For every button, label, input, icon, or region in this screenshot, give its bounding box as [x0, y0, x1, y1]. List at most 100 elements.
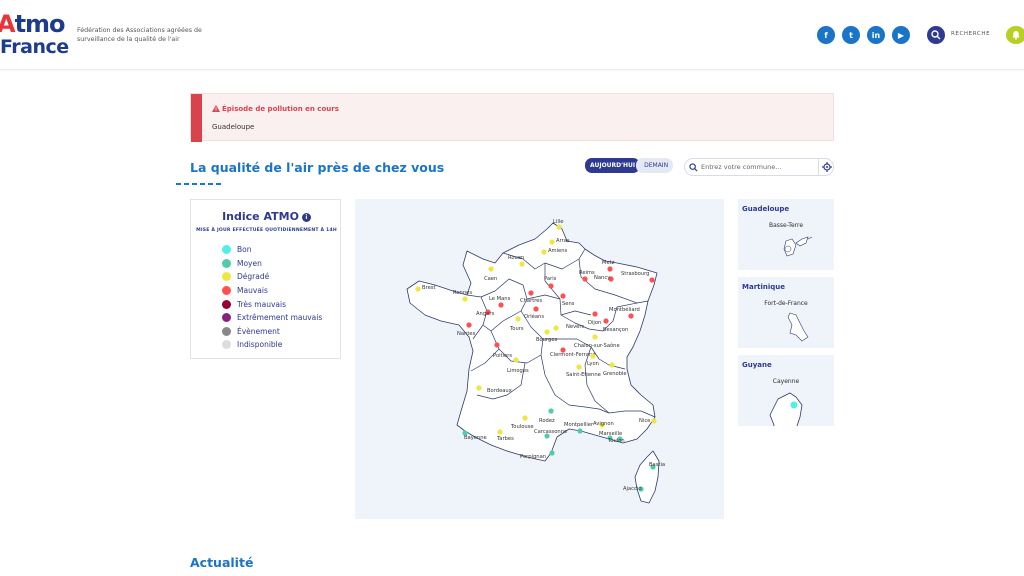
alert-body: Guadeloupe: [212, 123, 255, 131]
city-marker[interactable]: [548, 408, 554, 414]
pollution-alert[interactable]: Épisode de pollution en cours Guadeloupe: [190, 93, 834, 142]
city-marker[interactable]: [556, 224, 562, 230]
toggle-today[interactable]: AUJOURD'HUI: [585, 158, 641, 173]
city-label: Bayonne: [464, 435, 487, 441]
city-marker[interactable]: [544, 329, 550, 335]
logo-atmo: Atmo: [0, 10, 66, 38]
logo-atmo-rest: tmo: [14, 10, 66, 38]
legend-item: Extrêmement mauvais: [222, 311, 322, 325]
city-label: Nantes: [457, 331, 476, 337]
geolocate-button[interactable]: [818, 158, 834, 176]
city-label: Arras: [556, 238, 570, 244]
facebook-icon[interactable]: f: [817, 26, 835, 44]
city-label: Ajaccio: [623, 486, 642, 492]
city-label: Marseille: [599, 431, 622, 437]
city-marker[interactable]: [560, 293, 566, 299]
overseas-guadeloupe[interactable]: Guadeloupe Basse-Terre: [738, 199, 834, 270]
city-marker[interactable]: [528, 290, 534, 296]
city-marker[interactable]: [607, 266, 613, 272]
search-label[interactable]: RECHERCHE: [951, 31, 990, 37]
city-marker[interactable]: [541, 249, 547, 255]
city-label: Paris: [544, 276, 557, 282]
city-label: Chartres: [520, 298, 542, 304]
city-marker[interactable]: [549, 450, 555, 456]
city-marker[interactable]: [592, 311, 598, 317]
city-marker[interactable]: [592, 334, 598, 340]
city-marker[interactable]: [649, 277, 655, 283]
legend-label: Évènement: [237, 326, 280, 336]
search-button[interactable]: [927, 26, 945, 44]
city-marker[interactable]: [582, 276, 588, 282]
france-map-svg[interactable]: Lille Arras Amiens Rouen Caen Reims Metz Nancy S…: [355, 199, 724, 519]
city-marker[interactable]: [590, 353, 596, 359]
warning-icon: [212, 105, 220, 112]
alert-subscribe-button[interactable]: [1006, 26, 1024, 44]
city-label: Brest: [422, 285, 436, 291]
overseas-martinique[interactable]: Martinique Fort-de-France: [738, 277, 834, 348]
city-label: Orléans: [524, 313, 544, 320]
legend-color-dot: [222, 286, 231, 296]
social-links: f t in ▶: [817, 26, 910, 44]
legend-item: Moyen: [222, 257, 322, 271]
city-marker[interactable]: [533, 306, 539, 312]
city-marker[interactable]: [498, 302, 504, 308]
city-label: Limoges: [507, 368, 529, 374]
city-marker[interactable]: [476, 385, 482, 391]
city-label: Nancy: [594, 275, 610, 281]
city-label: Strasbourg: [621, 271, 649, 277]
crosshair-icon: [821, 162, 832, 172]
legend-color-dot: [222, 245, 231, 255]
city-marker[interactable]: [488, 266, 494, 272]
city-marker[interactable]: [603, 318, 609, 324]
alert-title: Épisode de pollution en cours: [212, 105, 339, 113]
legend-label: Très mauvais: [237, 299, 286, 309]
city-marker[interactable]: [515, 316, 521, 322]
city-marker[interactable]: [462, 296, 468, 302]
legend-item: Dégradé: [222, 270, 322, 284]
city-label: Le Mans: [489, 296, 511, 302]
city-marker[interactable]: [576, 364, 582, 370]
city-marker[interactable]: [415, 286, 421, 292]
city-label: Chalon-sur-Saône: [574, 342, 620, 349]
city-label: Besançon: [603, 327, 628, 333]
legend-label: Moyen: [237, 258, 262, 268]
info-icon[interactable]: i: [301, 213, 311, 222]
city-label: Rouen: [508, 255, 524, 261]
city-label: Montpellier: [564, 422, 594, 428]
city-marker[interactable]: [513, 357, 519, 363]
overseas-guyane[interactable]: Guyane Cayenne: [738, 355, 834, 426]
commune-input[interactable]: [701, 160, 811, 174]
toggle-tomorrow[interactable]: DEMAIN: [636, 158, 674, 173]
city-marker[interactable]: [609, 362, 615, 368]
city-label: Toulouse: [510, 424, 534, 430]
city-marker[interactable]: [548, 283, 554, 289]
city-label: Dijon: [588, 320, 601, 326]
city-marker[interactable]: [549, 239, 555, 245]
city-label: Reims: [579, 270, 595, 276]
city-marker[interactable]: [553, 325, 559, 331]
city-label: Bastia: [649, 462, 665, 468]
youtube-icon[interactable]: ▶: [892, 26, 910, 44]
city-label: Metz: [602, 260, 615, 266]
twitter-icon[interactable]: t: [842, 26, 860, 44]
city-label: Grenoble: [603, 371, 627, 377]
france-map[interactable]: Lille Arras Amiens Rouen Caen Reims Metz Nancy S…: [355, 199, 724, 519]
city-marker[interactable]: [577, 428, 583, 434]
city-marker[interactable]: [494, 342, 500, 348]
legend-color-dot: [222, 326, 231, 336]
city-marker[interactable]: [466, 322, 472, 328]
city-label: Avignon: [593, 421, 614, 427]
legend-title-text: Indice ATMO: [222, 210, 299, 223]
city-label: Caen: [484, 276, 497, 282]
city-marker[interactable]: [651, 418, 657, 424]
city-marker[interactable]: [519, 261, 525, 267]
city-label: Tours: [509, 326, 524, 332]
city-marker[interactable]: [497, 429, 503, 435]
atmo-france-logo[interactable]: Atmo France: [0, 12, 70, 60]
bell-icon: [1012, 31, 1020, 40]
linkedin-icon[interactable]: in: [867, 26, 885, 44]
city-marker[interactable]: [628, 313, 634, 319]
city-label: Clermont-Ferrand: [550, 352, 596, 358]
city-marker[interactable]: [522, 415, 528, 421]
city-marker-cayenne[interactable]: [790, 401, 798, 409]
